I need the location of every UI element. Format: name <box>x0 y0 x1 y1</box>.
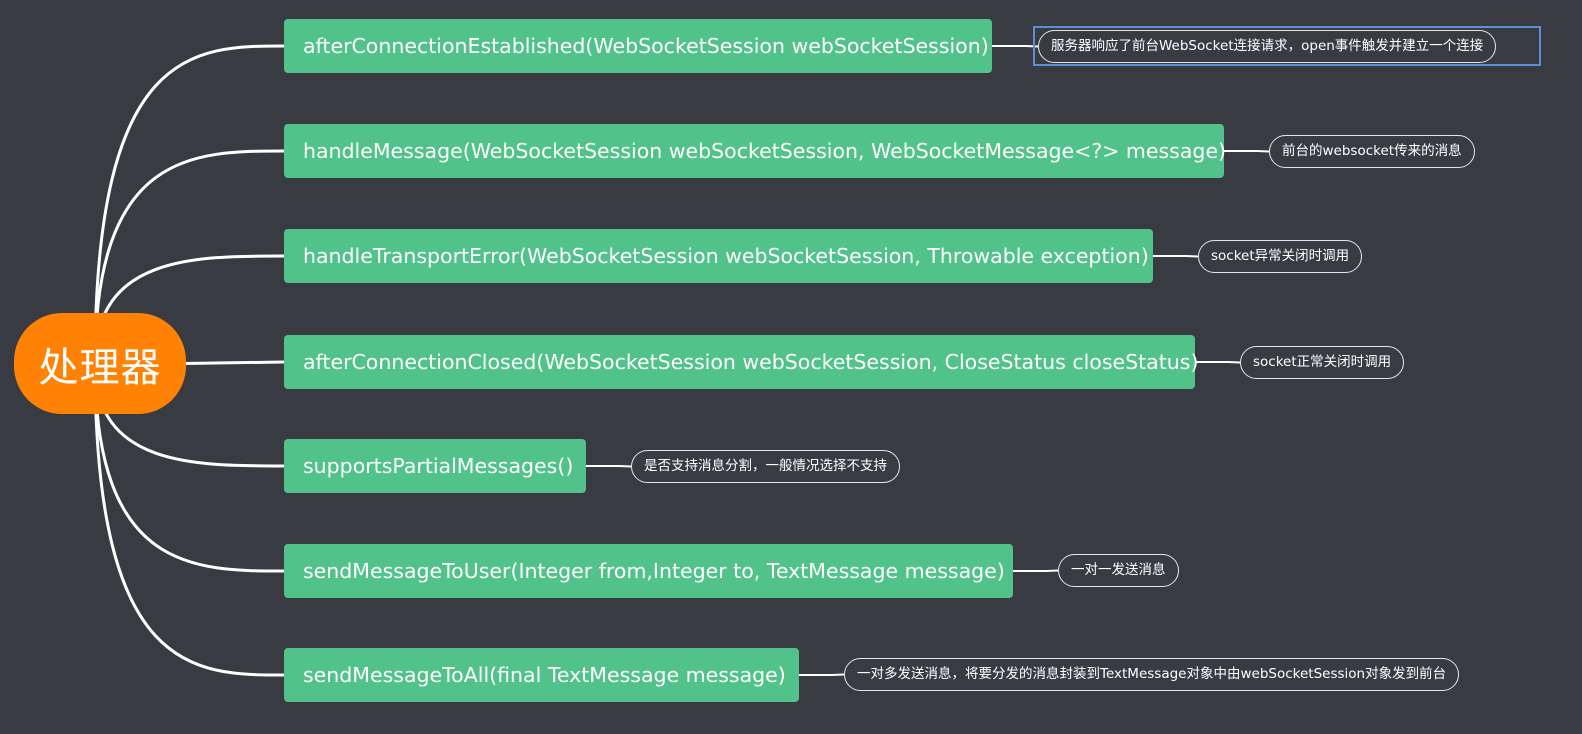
topic-after-connection-established[interactable]: afterConnectionEstablished(WebSocketSess… <box>284 19 992 73</box>
topic-to-note-connector <box>1224 150 1270 153</box>
topic-supports-partial-messages[interactable]: supportsPartialMessages() <box>284 439 586 493</box>
topic-to-note-connector <box>992 45 1039 48</box>
topic-to-note-connector <box>586 465 632 468</box>
note-after-connection-established[interactable]: 服务器响应了前台WebSocket连接请求，open事件触发并建立一个连接 <box>1038 30 1497 63</box>
topic-send-message-to-all[interactable]: sendMessageToAll(final TextMessage messa… <box>284 648 799 702</box>
topic-to-note-connector <box>799 673 845 676</box>
note-handle-transport-error[interactable]: socket异常关闭时调用 <box>1198 240 1363 273</box>
topic-to-note-connector <box>1153 255 1199 258</box>
topic-handle-transport-error[interactable]: handleTransportError(WebSocketSession we… <box>284 229 1153 283</box>
note-supports-partial-messages[interactable]: 是否支持消息分割，一般情况选择不支持 <box>631 450 900 483</box>
note-send-message-to-all[interactable]: 一对多发送消息，将要分发的消息封装到TextMessage对象中由webSock… <box>844 658 1460 691</box>
note-handle-message[interactable]: 前台的websocket传来的消息 <box>1269 135 1475 168</box>
note-send-message-to-user[interactable]: 一对一发送消息 <box>1058 554 1179 587</box>
note-after-connection-closed[interactable]: socket正常关闭时调用 <box>1240 346 1405 379</box>
topic-handle-message[interactable]: handleMessage(WebSocketSession webSocket… <box>284 124 1226 178</box>
topic-to-note-connector <box>1195 361 1241 364</box>
topic-to-note-connector <box>1013 569 1059 572</box>
topic-after-connection-closed[interactable]: afterConnectionClosed(WebSocketSession w… <box>284 335 1198 389</box>
root-to-topic-connector <box>182 360 286 365</box>
topic-send-message-to-user[interactable]: sendMessageToUser(Integer from,Integer t… <box>284 544 1013 598</box>
root-topic-processor[interactable]: 处理器 <box>14 313 186 414</box>
